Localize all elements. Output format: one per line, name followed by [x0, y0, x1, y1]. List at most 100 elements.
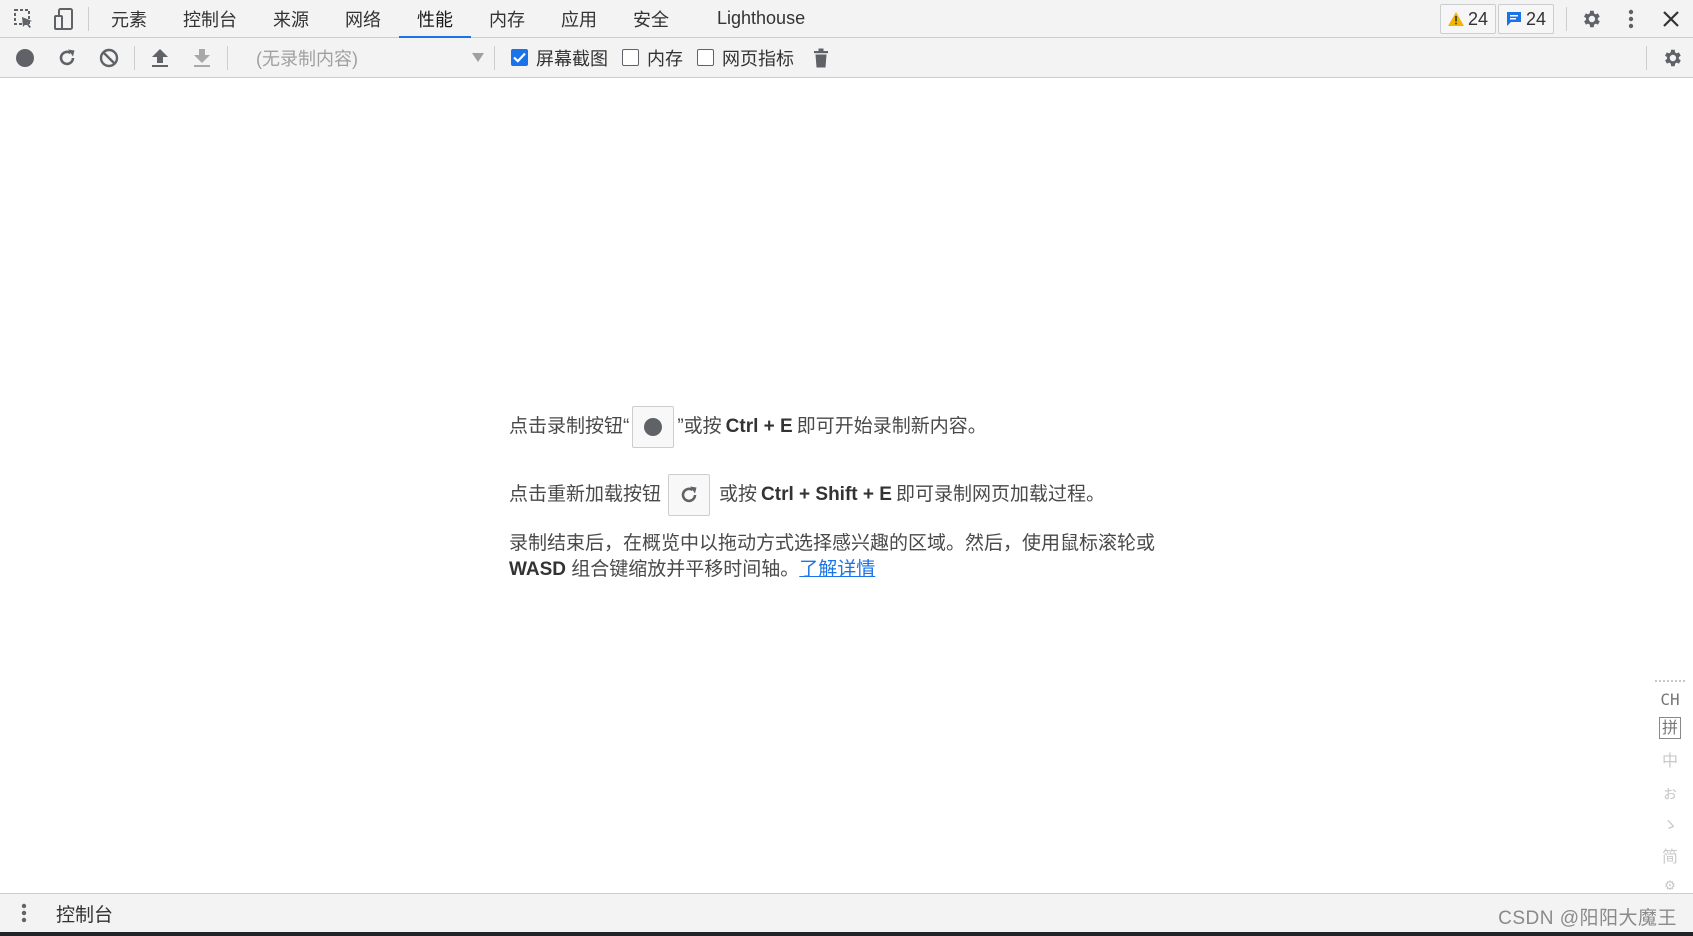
device-toggle-icon[interactable]: [44, 0, 84, 38]
tab-label: 性能: [417, 9, 453, 30]
tab-label: 安全: [633, 9, 669, 30]
checkbox-box[interactable]: [622, 49, 639, 66]
devtools-window: 元素 控制台 来源 网络 性能 内存 应用 安全 Lighthouse 24 2…: [0, 0, 1693, 936]
warnings-counter[interactable]: 24: [1439, 4, 1496, 34]
tab-elements[interactable]: 元素: [93, 0, 165, 38]
checkbox-box[interactable]: [511, 49, 528, 66]
warnings-count: 24: [1467, 8, 1488, 29]
learn-more-link[interactable]: 了解详情: [799, 559, 875, 580]
tab-label: 内存: [489, 9, 525, 30]
ime-mode[interactable]: 拼: [1658, 717, 1681, 739]
ime-char[interactable]: 简: [1662, 843, 1678, 867]
load-profile-button[interactable]: [139, 39, 181, 77]
divider: [88, 6, 89, 31]
window-bottom-edge: [0, 932, 1693, 936]
memory-label: 内存: [647, 48, 683, 69]
reload-icon: [59, 49, 75, 65]
tab-label: 控制台: [183, 9, 237, 30]
tab-performance[interactable]: 性能: [399, 0, 471, 38]
reload-record-button[interactable]: [46, 39, 88, 77]
tab-label: Lighthouse: [717, 8, 806, 28]
divider: [134, 45, 135, 70]
divider: [227, 45, 228, 70]
divider: [1646, 46, 1647, 70]
record-mid: ”或按: [677, 416, 722, 437]
help-text-1: 录制结束后，在概览中以拖动方式选择感兴趣的区域。然后，使用鼠标滚轮或: [509, 533, 1156, 554]
tab-label: 网络: [345, 9, 381, 30]
drawer-menu-button[interactable]: [0, 894, 48, 933]
ime-char[interactable]: ゝ: [1662, 811, 1678, 835]
clear-icon: [99, 48, 119, 67]
ime-char[interactable]: 中: [1662, 747, 1678, 771]
more-vertical-icon: [21, 903, 27, 923]
upload-icon: [152, 48, 168, 67]
reload-suffix: 即可录制网页加载过程。: [895, 484, 1105, 505]
check-icon: [513, 52, 526, 63]
recording-select-value: (无录制内容): [256, 48, 358, 69]
toolbar-right: [1642, 38, 1693, 78]
recording-select[interactable]: (无录制内容): [244, 43, 490, 73]
timeline-help: 录制结束后，在概览中以拖动方式选择感兴趣的区域。然后，使用鼠标滚轮或 WASD …: [509, 531, 1189, 583]
trash-icon: [814, 48, 828, 67]
tab-network[interactable]: 网络: [327, 0, 399, 38]
tab-memory[interactable]: 内存: [471, 0, 543, 38]
tab-label: 应用: [561, 9, 597, 30]
more-vertical-icon[interactable]: [1611, 0, 1651, 38]
inline-reload-button[interactable]: [668, 474, 711, 516]
collect-garbage-button[interactable]: [800, 39, 842, 77]
record-prefix: 点击录制按钮“: [509, 416, 630, 437]
record-icon: [644, 418, 663, 436]
tab-label: 来源: [273, 9, 309, 30]
close-icon[interactable]: [1651, 0, 1691, 38]
watermark: CSDN @阳阳大魔王: [1498, 908, 1677, 929]
reload-mid: 或按: [719, 484, 758, 505]
ime-language[interactable]: CH: [1660, 690, 1679, 709]
main-tab-bar: 元素 控制台 来源 网络 性能 内存 应用 安全 Lighthouse 24 2…: [0, 0, 1693, 38]
divider: [1566, 7, 1567, 31]
web-vitals-label: 网页指标: [722, 48, 794, 69]
screenshots-label: 屏幕截图: [536, 48, 608, 69]
inspect-element-icon[interactable]: [4, 0, 44, 38]
tab-application[interactable]: 应用: [543, 0, 615, 38]
save-profile-button[interactable]: [181, 39, 223, 77]
tab-label: 元素: [111, 9, 147, 30]
capture-settings-button[interactable]: [1651, 39, 1693, 77]
record-button[interactable]: [4, 39, 46, 77]
divider: [494, 45, 495, 70]
message-icon: [1506, 12, 1521, 26]
record-instruction: 点击录制按钮“ ”或按 Ctrl + E 即可开始录制新内容。: [509, 405, 1189, 449]
reload-icon: [681, 486, 697, 503]
record-suffix: 即可开始录制新内容。: [796, 416, 987, 437]
reload-instruction: 点击重新加载按钮 或按 Ctrl + Shift + E 即可录制网页加载过程。: [509, 473, 1189, 517]
ime-settings-icon[interactable]: ⚙: [1665, 875, 1675, 894]
tab-lighthouse[interactable]: Lighthouse: [687, 0, 823, 38]
record-icon: [16, 48, 34, 67]
drawer-tab-console[interactable]: 控制台: [56, 900, 113, 927]
help-keys: WASD: [509, 559, 566, 580]
ime-drag-handle[interactable]: [1655, 680, 1685, 682]
memory-checkbox[interactable]: 内存: [622, 45, 683, 71]
web-vitals-checkbox[interactable]: 网页指标: [697, 45, 794, 71]
ime-char[interactable]: ぉ: [1662, 779, 1678, 803]
tab-sources[interactable]: 来源: [255, 0, 327, 38]
tab-bar-actions: 24 24: [1439, 0, 1693, 38]
ime-toolbar[interactable]: CH 拼 中 ぉ ゝ 简 ⚙: [1655, 680, 1685, 894]
warning-icon: [1447, 12, 1464, 26]
performance-landing-page: 点击录制按钮“ ”或按 Ctrl + E 即可开始录制新内容。 点击重新加载按钮…: [509, 405, 1189, 583]
reload-shortcut: Ctrl + Shift + E: [761, 484, 892, 505]
reload-prefix: 点击重新加载按钮: [509, 484, 662, 505]
checkbox-box[interactable]: [697, 49, 714, 66]
settings-icon: [1665, 49, 1681, 67]
messages-count: 24: [1525, 8, 1546, 29]
inline-record-button[interactable]: [632, 406, 675, 448]
help-text-2: 组合键缩放并平移时间轴。: [571, 559, 800, 580]
messages-counter[interactable]: 24: [1497, 4, 1554, 34]
clear-button[interactable]: [88, 39, 130, 77]
screenshots-checkbox[interactable]: 屏幕截图: [511, 45, 608, 71]
tab-security[interactable]: 安全: [615, 0, 687, 38]
tab-console[interactable]: 控制台: [165, 0, 255, 38]
drawer-bar: 控制台: [0, 893, 1693, 932]
performance-toolbar: (无录制内容) 屏幕截图 内存 网页指标: [0, 38, 1693, 78]
settings-icon[interactable]: [1571, 0, 1611, 38]
chevron-down-icon: [472, 53, 484, 62]
